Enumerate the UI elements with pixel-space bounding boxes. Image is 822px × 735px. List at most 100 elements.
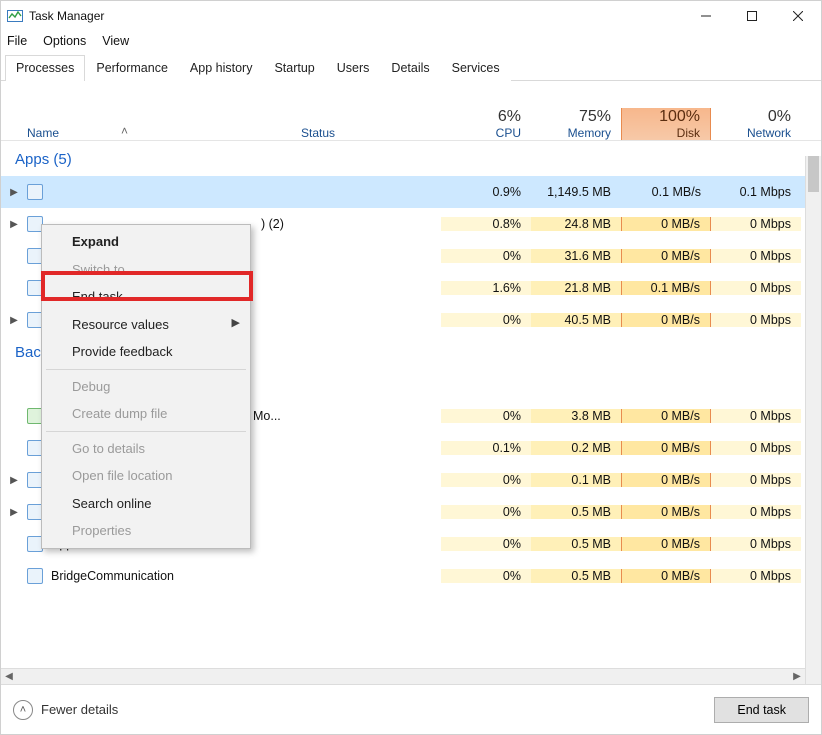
column-memory[interactable]: 75% Memory xyxy=(531,108,621,140)
cell-disk: 0 MB/s xyxy=(621,505,711,519)
sort-indicator-icon: ˄ xyxy=(121,124,128,138)
cell-memory: 0.5 MB xyxy=(531,505,621,519)
end-task-button[interactable]: End task xyxy=(714,697,809,723)
cell-disk: 0 MB/s xyxy=(621,217,711,231)
cell-network: 0 Mbps xyxy=(711,505,801,519)
cell-network: 0 Mbps xyxy=(711,537,801,551)
cell-cpu: 0% xyxy=(441,249,531,263)
column-cpu[interactable]: 6% CPU xyxy=(441,108,531,140)
cell-network: 0 Mbps xyxy=(711,441,801,455)
tab-performance[interactable]: Performance xyxy=(85,55,179,81)
ctx-debug: Debug xyxy=(44,373,248,401)
close-button[interactable] xyxy=(775,1,821,31)
cell-memory: 0.5 MB xyxy=(531,537,621,551)
process-row[interactable]: ▶ BridgeCommunication 0% 0.5 MB 0 MB/s 0… xyxy=(1,560,821,592)
ctx-provide-feedback[interactable]: Provide feedback xyxy=(44,338,248,366)
process-row[interactable]: ▶ 0.9% 1,149.5 MB 0.1 MB/s 0.1 Mbps xyxy=(1,176,821,208)
ctx-search-online[interactable]: Search online xyxy=(44,490,248,518)
tab-app-history[interactable]: App history xyxy=(179,55,264,81)
ctx-open-file-location: Open file location xyxy=(44,462,248,490)
column-network[interactable]: 0% Network xyxy=(711,108,801,140)
tab-services[interactable]: Services xyxy=(441,55,511,81)
ctx-create-dump: Create dump file xyxy=(44,400,248,428)
cell-network: 0 Mbps xyxy=(711,569,801,583)
fewer-details-toggle[interactable]: ˄ Fewer details xyxy=(13,700,118,720)
column-name[interactable]: ˄ Name xyxy=(1,126,301,140)
cell-disk: 0 MB/s xyxy=(621,441,711,455)
cell-disk: 0.1 MB/s xyxy=(621,281,711,295)
column-header: ˄ Name Status 6% CPU 75% Memory 100% Dis… xyxy=(1,81,821,141)
cell-cpu: 0.1% xyxy=(441,441,531,455)
menu-options[interactable]: Options xyxy=(43,34,86,48)
cell-memory: 24.8 MB xyxy=(531,217,621,231)
separator xyxy=(46,369,246,370)
horizontal-scrollbar[interactable]: ◀ ▶ xyxy=(1,668,805,684)
ctx-switch-to: Switch to xyxy=(44,256,248,284)
cell-disk: 0 MB/s xyxy=(621,569,711,583)
cell-cpu: 0% xyxy=(441,505,531,519)
chevron-up-icon: ˄ xyxy=(13,700,33,720)
column-disk[interactable]: 100% Disk xyxy=(621,108,711,140)
ctx-resource-values[interactable]: Resource values ▶ xyxy=(44,311,248,339)
tab-details[interactable]: Details xyxy=(380,55,440,81)
cell-cpu: 0.9% xyxy=(441,185,531,199)
cpu-label: CPU xyxy=(441,126,521,140)
cell-cpu: 0% xyxy=(441,409,531,423)
footer: ˄ Fewer details End task xyxy=(1,684,821,734)
group-apps[interactable]: Apps (5) xyxy=(1,141,821,176)
ctx-end-task[interactable]: End task xyxy=(44,283,248,311)
chevron-right-icon[interactable]: ▶ xyxy=(7,473,21,487)
ctx-properties: Properties xyxy=(44,517,248,545)
cell-disk: 0 MB/s xyxy=(621,249,711,263)
chevron-right-icon: ▶ xyxy=(232,315,240,332)
tab-strip: Processes Performance App history Startu… xyxy=(1,54,821,81)
menu-file[interactable]: File xyxy=(7,34,27,48)
memory-percent: 75% xyxy=(531,108,611,126)
cell-cpu: 0% xyxy=(441,473,531,487)
ctx-go-to-details: Go to details xyxy=(44,435,248,463)
cell-disk: 0 MB/s xyxy=(621,409,711,423)
app-icon xyxy=(27,184,43,200)
scroll-right-icon[interactable]: ▶ xyxy=(789,669,805,685)
cell-memory: 0.2 MB xyxy=(531,441,621,455)
disk-percent: 100% xyxy=(622,108,700,126)
cell-memory: 0.5 MB xyxy=(531,569,621,583)
chevron-right-icon[interactable]: ▶ xyxy=(7,185,21,199)
menu-view[interactable]: View xyxy=(102,34,129,48)
process-name: ) (2) xyxy=(261,217,284,231)
tab-processes[interactable]: Processes xyxy=(5,55,85,81)
tab-startup[interactable]: Startup xyxy=(263,55,325,81)
separator xyxy=(46,431,246,432)
cell-disk: 0.1 MB/s xyxy=(621,185,711,199)
scroll-left-icon[interactable]: ◀ xyxy=(1,669,17,685)
network-label: Network xyxy=(711,126,791,140)
minimize-button[interactable] xyxy=(683,1,729,31)
process-name: BridgeCommunication xyxy=(51,569,174,583)
cell-cpu: 0% xyxy=(441,313,531,327)
cpu-percent: 6% xyxy=(441,108,521,126)
maximize-button[interactable] xyxy=(729,1,775,31)
app-icon xyxy=(27,568,43,584)
context-menu: Expand Switch to End task Resource value… xyxy=(41,224,251,549)
titlebar: Task Manager xyxy=(1,1,821,31)
cell-memory: 21.8 MB xyxy=(531,281,621,295)
vertical-scrollbar[interactable] xyxy=(805,156,821,684)
cell-network: 0.1 Mbps xyxy=(711,185,801,199)
cell-memory: 31.6 MB xyxy=(531,249,621,263)
ctx-expand[interactable]: Expand xyxy=(44,228,248,256)
cell-cpu: 0% xyxy=(441,537,531,551)
memory-label: Memory xyxy=(531,126,611,140)
disk-label: Disk xyxy=(622,126,700,140)
chevron-right-icon[interactable]: ▶ xyxy=(7,505,21,519)
chevron-right-icon[interactable]: ▶ xyxy=(7,217,21,231)
cell-cpu: 0.8% xyxy=(441,217,531,231)
cell-network: 0 Mbps xyxy=(711,281,801,295)
cell-disk: 0 MB/s xyxy=(621,537,711,551)
chevron-right-icon[interactable]: ▶ xyxy=(7,313,21,327)
process-name: Mo... xyxy=(253,409,281,423)
column-status[interactable]: Status xyxy=(301,126,441,140)
cell-cpu: 1.6% xyxy=(441,281,531,295)
tab-users[interactable]: Users xyxy=(326,55,381,81)
task-manager-icon xyxy=(7,8,23,24)
scrollbar-thumb[interactable] xyxy=(808,156,819,192)
